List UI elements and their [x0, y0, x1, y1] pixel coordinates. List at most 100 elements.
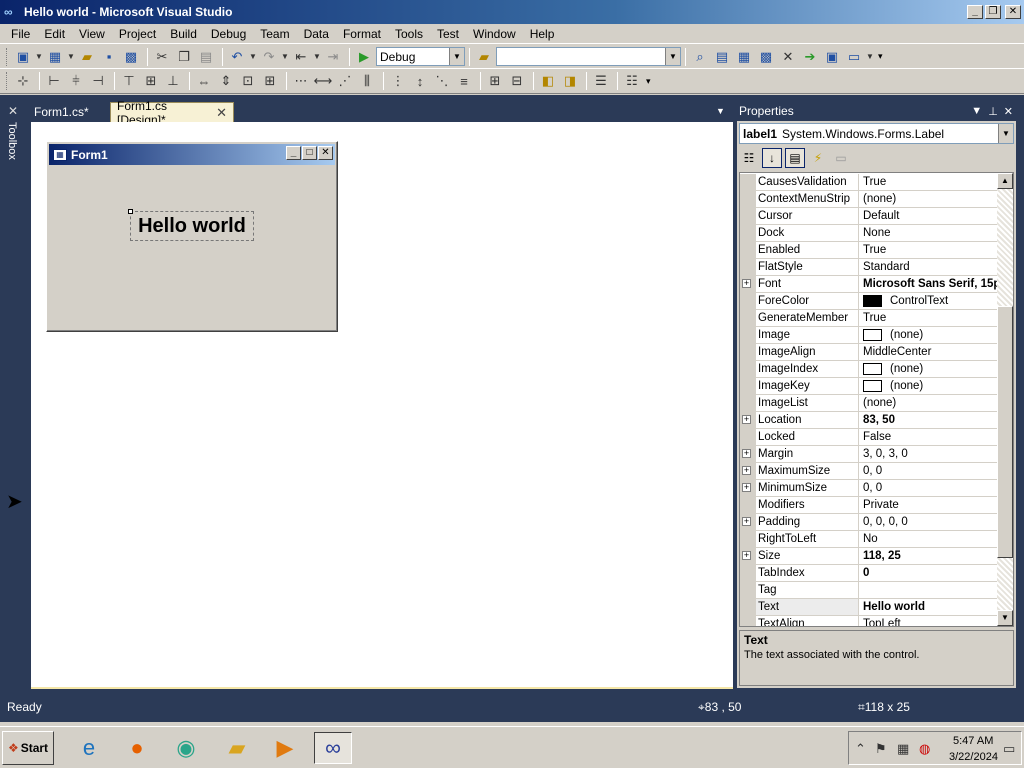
menu-window[interactable]: Window: [466, 27, 523, 41]
expand-icon[interactable]: +: [742, 449, 751, 458]
property-value[interactable]: True: [859, 310, 998, 327]
window-position-icon[interactable]: ▼: [971, 105, 982, 118]
dropdown-arrow-icon[interactable]: ▼: [281, 47, 289, 67]
scroll-up-icon[interactable]: ▲: [997, 173, 1013, 189]
property-value[interactable]: 0, 0: [859, 463, 998, 480]
make-same-size-icon[interactable]: ⊡: [238, 71, 258, 91]
property-row[interactable]: Enabled True: [740, 242, 998, 259]
new-project-icon[interactable]: ▣: [13, 47, 33, 67]
property-row[interactable]: + Padding 0, 0, 0, 0: [740, 514, 998, 531]
file-explorer-icon[interactable]: ▰: [218, 732, 256, 764]
property-value[interactable]: Standard: [859, 259, 998, 276]
start-page-icon[interactable]: ➔: [800, 47, 820, 67]
firefox-icon[interactable]: ●: [118, 732, 156, 764]
make-same-width-icon[interactable]: ⇔: [194, 71, 214, 91]
toolbar-grip[interactable]: [6, 72, 9, 90]
expand-icon[interactable]: +: [742, 517, 751, 526]
menu-format[interactable]: Format: [336, 27, 388, 41]
align-tops-icon[interactable]: ⊤: [119, 71, 139, 91]
property-value[interactable]: No: [859, 531, 998, 548]
property-value[interactable]: 3, 0, 3, 0: [859, 446, 998, 463]
property-value[interactable]: 0, 0: [859, 480, 998, 497]
property-value[interactable]: 0, 0, 0, 0: [859, 514, 998, 531]
clock-date[interactable]: 3/22/2024: [949, 751, 998, 763]
bring-to-front-icon[interactable]: ◧: [538, 71, 558, 91]
tab-form1-code[interactable]: Form1.cs*: [28, 102, 110, 122]
property-row[interactable]: + Margin 3, 0, 3, 0: [740, 446, 998, 463]
property-value[interactable]: [859, 582, 998, 599]
show-hidden-icons-icon[interactable]: ⌃: [855, 741, 866, 757]
start-debugging-icon[interactable]: ▶: [354, 47, 374, 67]
lock-controls-icon[interactable]: ☷: [622, 71, 642, 91]
expand-icon[interactable]: +: [742, 415, 751, 424]
paste-icon[interactable]: ▤: [196, 47, 216, 67]
chat-icon[interactable]: ◉: [167, 732, 205, 764]
align-middles-icon[interactable]: ⊞: [141, 71, 161, 91]
find-in-files-icon[interactable]: ▰: [474, 47, 494, 67]
send-to-back-icon[interactable]: ◨: [560, 71, 580, 91]
chevron-down-icon[interactable]: ▼: [998, 124, 1013, 143]
vertical-spacing-equal-icon[interactable]: ⋮: [388, 71, 408, 91]
property-pages-icon[interactable]: ▭: [831, 148, 851, 168]
close-icon[interactable]: ✕: [1004, 105, 1013, 118]
menu-team[interactable]: Team: [253, 27, 296, 41]
property-value[interactable]: False: [859, 429, 998, 446]
menu-project[interactable]: Project: [112, 27, 163, 41]
menu-tools[interactable]: Tools: [388, 27, 430, 41]
object-browser-icon[interactable]: ▩: [756, 47, 776, 67]
toolbox-icon[interactable]: ✕: [778, 47, 798, 67]
chevron-down-icon[interactable]: ▼: [665, 48, 680, 65]
alphabetical-icon[interactable]: ↓: [762, 148, 782, 168]
chevron-down-icon[interactable]: ▼: [449, 48, 464, 65]
dropdown-arrow-icon[interactable]: ▼: [313, 47, 321, 67]
align-centers-icon[interactable]: ⫩: [66, 71, 86, 91]
property-row[interactable]: Text Hello world: [740, 599, 998, 616]
undo-icon[interactable]: ↶: [227, 47, 247, 67]
menu-debug[interactable]: Debug: [204, 27, 253, 41]
vertical-spacing-decrease-icon[interactable]: ⋱: [432, 71, 452, 91]
horizontal-spacing-remove-icon[interactable]: ⫼: [357, 71, 377, 91]
selection-handle[interactable]: [128, 209, 133, 214]
menu-help[interactable]: Help: [523, 27, 562, 41]
dropdown-arrow-icon[interactable]: ▼: [249, 47, 257, 67]
property-value[interactable]: MiddleCenter: [859, 344, 998, 361]
solution-explorer-icon[interactable]: ▤: [712, 47, 732, 67]
property-row[interactable]: Image (none): [740, 327, 998, 344]
save-icon[interactable]: ▪: [99, 47, 119, 67]
media-player-icon[interactable]: ▶: [266, 732, 304, 764]
tab-form1-design[interactable]: Form1.cs [Design]* ✕: [110, 99, 234, 127]
dropdown-arrow-icon[interactable]: ▼: [35, 47, 43, 67]
property-value[interactable]: None: [859, 225, 998, 242]
start-button[interactable]: ❖ Start: [2, 731, 54, 765]
copy-icon[interactable]: ❐: [174, 47, 194, 67]
size-to-grid-icon[interactable]: ⊞: [260, 71, 280, 91]
property-row[interactable]: Dock None: [740, 225, 998, 242]
expand-icon[interactable]: +: [742, 551, 751, 560]
auto-hide-pin-icon[interactable]: ⊥: [988, 105, 998, 118]
horizontal-spacing-decrease-icon[interactable]: ⋰: [335, 71, 355, 91]
navigate-backward-icon[interactable]: ⇤: [291, 47, 311, 67]
menu-file[interactable]: File: [4, 27, 37, 41]
property-value[interactable]: ControlText: [859, 293, 998, 310]
property-row[interactable]: GenerateMember True: [740, 310, 998, 327]
property-row[interactable]: ImageKey (none): [740, 378, 998, 395]
window-layout-icon[interactable]: ▭: [844, 47, 864, 67]
open-folder-icon[interactable]: ▰: [77, 47, 97, 67]
property-row[interactable]: CausesValidation True: [740, 174, 998, 191]
properties-icon[interactable]: ▤: [785, 148, 805, 168]
property-row[interactable]: TabIndex 0: [740, 565, 998, 582]
property-row[interactable]: Cursor Default: [740, 208, 998, 225]
toolbar-grip[interactable]: [6, 47, 9, 66]
property-row[interactable]: + Size 118, 25: [740, 548, 998, 565]
add-item-icon[interactable]: ▦: [45, 47, 65, 67]
make-same-height-icon[interactable]: ⇕: [216, 71, 236, 91]
vertical-spacing-increase-icon[interactable]: ↕: [410, 71, 430, 91]
toolbar-overflow-icon[interactable]: ▾: [646, 76, 651, 87]
save-all-icon[interactable]: ▩: [121, 47, 141, 67]
close-icon[interactable]: ✕: [216, 105, 227, 121]
property-row[interactable]: ImageIndex (none): [740, 361, 998, 378]
property-value[interactable]: True: [859, 174, 998, 191]
property-value[interactable]: (none): [859, 361, 998, 378]
properties-window-icon[interactable]: ▦: [734, 47, 754, 67]
label1-control[interactable]: Hello world: [130, 211, 254, 241]
